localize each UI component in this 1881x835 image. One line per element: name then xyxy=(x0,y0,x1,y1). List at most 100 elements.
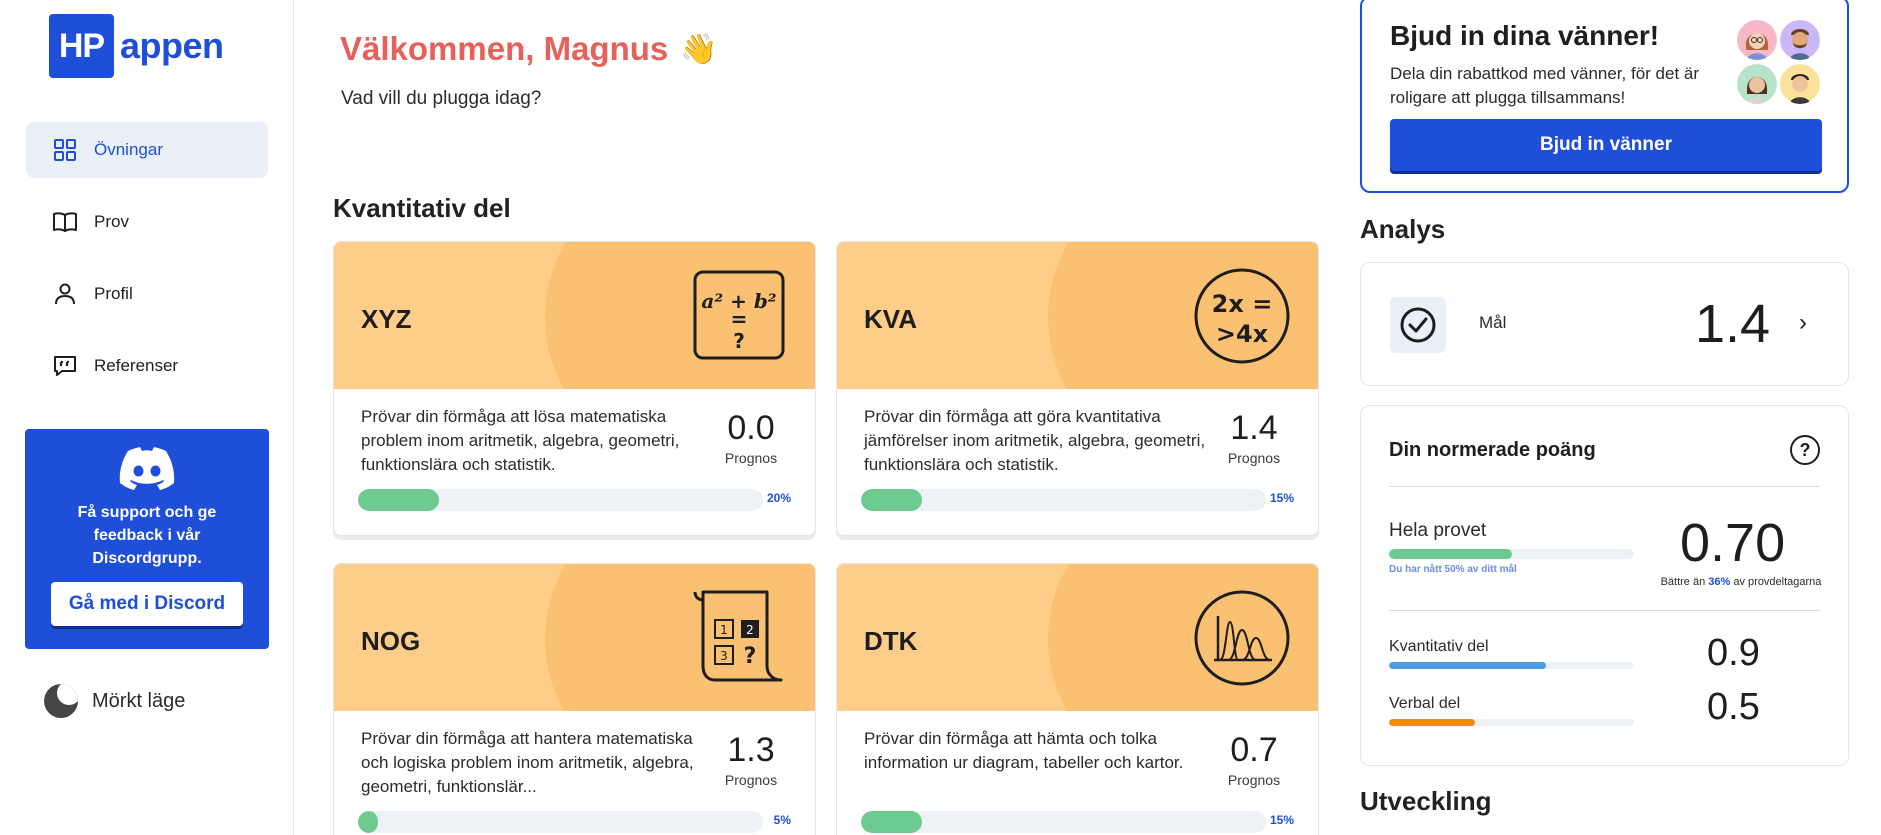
progress-bar xyxy=(358,489,763,511)
sidebar-item-label: Prov xyxy=(94,212,129,231)
total-progress-fill xyxy=(1389,549,1512,559)
invite-title: Bjud in dina vänner! xyxy=(1390,20,1660,51)
percentile-text: Bättre än 36% av provdeltagarna xyxy=(1651,576,1831,588)
avatar xyxy=(1780,20,1820,60)
logo-box: HP xyxy=(49,14,114,78)
distribution-icon xyxy=(1192,586,1292,686)
score-value: 1.3 xyxy=(727,731,775,769)
card-score: 0.0 Prognos xyxy=(713,409,789,466)
svg-text:3: 3 xyxy=(720,649,728,663)
welcome-text: Välkommen, Magnus xyxy=(340,30,669,67)
discord-card: Få support och ge feedback i vår Discord… xyxy=(25,429,269,649)
sidebar-item-prov[interactable]: Prov xyxy=(26,194,268,250)
quant-score: 0.9 xyxy=(1707,632,1760,674)
normed-score-title: Din normerade poäng xyxy=(1389,439,1596,461)
svg-text:1: 1 xyxy=(720,623,728,637)
total-score: 0.70 xyxy=(1680,513,1786,573)
invite-card: Bjud in dina vänner! Dela din rabattkod … xyxy=(1360,0,1849,193)
verbal-progress-bar xyxy=(1389,719,1634,726)
svg-text:=: = xyxy=(731,307,748,331)
dark-mode-label: Mörkt läge xyxy=(92,689,186,712)
card-body: Prövar din förmåga att hantera matematis… xyxy=(334,711,815,835)
verbal-progress-fill xyxy=(1389,719,1475,726)
normed-score-panel: Din normerade poäng ? Hela provet Du har… xyxy=(1360,405,1849,766)
help-icon[interactable]: ? xyxy=(1790,435,1820,465)
avatar-group xyxy=(1737,20,1820,106)
card-name: NOG xyxy=(361,626,421,656)
analysis-title: Analys xyxy=(1360,214,1446,244)
card-header: NOG 1 2 3 ? xyxy=(334,564,815,711)
comparison-icon: 2x = >4x xyxy=(1192,264,1292,364)
moon-icon xyxy=(44,684,78,718)
card-name: DTK xyxy=(864,626,918,656)
card-nog[interactable]: NOG 1 2 3 ? Prövar din förmåga att hante… xyxy=(333,563,816,835)
logo[interactable]: HP appen xyxy=(49,14,224,78)
svg-text:?: ? xyxy=(744,644,757,669)
sidebar-item-profil[interactable]: Profil xyxy=(26,266,268,322)
goal-label: Mål xyxy=(1479,313,1507,332)
card-score: 1.4 Prognos xyxy=(1216,409,1292,466)
progress-fill xyxy=(358,811,379,833)
card-dtk[interactable]: DTK Prövar din förmåga att hämta och tol… xyxy=(836,563,1319,835)
progress-percent: 15% xyxy=(1269,813,1294,827)
progress-bar xyxy=(861,811,1266,833)
sidebar-item-label: Referenser xyxy=(94,356,179,375)
page-title: Välkommen, Magnus 👋 xyxy=(340,30,718,68)
progress-bar xyxy=(861,489,1266,511)
card-kva[interactable]: KVA 2x = >4x Prövar din förmåga att göra… xyxy=(836,241,1319,536)
score-value: 1.4 xyxy=(1230,409,1278,447)
quant-label: Kvantitativ del xyxy=(1389,638,1489,655)
formula-icon: a² + b² = ? xyxy=(689,264,789,364)
svg-text:2: 2 xyxy=(746,623,754,637)
discord-icon xyxy=(119,447,175,491)
sidebar-item-label: Övningar xyxy=(94,140,163,159)
avatar xyxy=(1737,64,1777,104)
card-header: XYZ a² + b² = ? xyxy=(334,242,815,389)
section-title: Kvantitativ del xyxy=(333,193,511,223)
invite-text: Dela din rabattkod med vänner, för det ä… xyxy=(1390,64,1700,107)
grid-icon xyxy=(52,137,78,163)
score-value: 0.0 xyxy=(727,409,775,447)
svg-text:?: ? xyxy=(733,329,745,353)
sidebar-nav: Övningar Prov Profil Referenser xyxy=(26,122,268,410)
percentile-prefix: Bättre än xyxy=(1660,576,1706,588)
card-score: 1.3 Prognos xyxy=(713,731,789,788)
divider xyxy=(1389,610,1820,611)
verbal-label: Verbal del xyxy=(1389,695,1461,712)
progress-fill xyxy=(861,489,922,511)
svg-text:>4x: >4x xyxy=(1216,320,1269,348)
chevron-right-icon[interactable]: › xyxy=(1799,309,1807,337)
quant-progress-fill xyxy=(1389,662,1546,669)
avatar xyxy=(1780,64,1820,104)
goal-panel[interactable]: Mål 1.4 › xyxy=(1360,262,1849,386)
sidebar: HP appen Övningar Prov Profil Referenser… xyxy=(0,0,294,835)
page-subtitle: Vad vill du plugga idag? xyxy=(341,88,542,109)
score-label: Prognos xyxy=(724,772,778,788)
card-description: Prövar din förmåga att hämta och tolka i… xyxy=(864,729,1184,772)
sidebar-item-ovningar[interactable]: Övningar xyxy=(26,122,268,178)
quant-progress-bar xyxy=(1389,662,1634,669)
score-label: Prognos xyxy=(1227,450,1281,466)
percentile-suffix: av provdeltagarna xyxy=(1733,576,1822,588)
goal-note: Du har nått 50% av ditt mål xyxy=(1389,564,1517,575)
quote-icon xyxy=(52,353,78,379)
invite-friends-button[interactable]: Bjud in vänner xyxy=(1390,119,1822,171)
book-icon xyxy=(52,209,78,235)
card-header: DTK xyxy=(837,564,1318,711)
card-score: 0.7 Prognos xyxy=(1216,731,1292,788)
divider xyxy=(1389,486,1820,487)
sidebar-item-label: Profil xyxy=(94,284,133,303)
progress-fill xyxy=(358,489,439,511)
user-icon xyxy=(52,281,78,307)
discord-text: Få support och ge feedback i vår Discord… xyxy=(77,504,217,567)
check-circle-icon xyxy=(1390,297,1446,353)
total-progress-bar xyxy=(1389,549,1634,559)
progress-percent: 15% xyxy=(1269,491,1294,505)
card-xyz[interactable]: XYZ a² + b² = ? Prövar din förmåga att l… xyxy=(333,241,816,536)
score-label: Prognos xyxy=(1227,772,1281,788)
svg-text:2x =: 2x = xyxy=(1212,290,1273,318)
join-discord-button[interactable]: Gå med i Discord xyxy=(51,582,243,626)
card-description: Prövar din förmåga att lösa matematiska … xyxy=(361,407,680,474)
dark-mode-toggle[interactable]: Mörkt läge xyxy=(44,684,185,718)
sidebar-item-referenser[interactable]: Referenser xyxy=(26,338,268,394)
